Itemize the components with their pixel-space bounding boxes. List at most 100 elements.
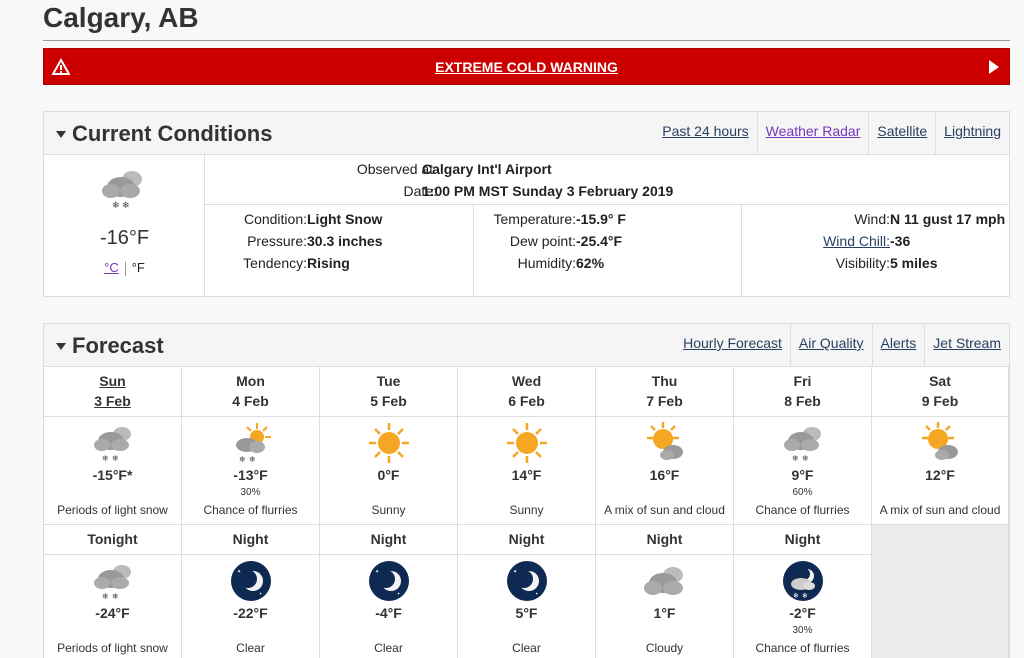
cloud-icon	[643, 559, 687, 603]
svg-text:❄: ❄	[802, 454, 809, 463]
current-temperature: -16°F	[99, 227, 150, 249]
day-forecast-cell[interactable]: ❄ ❄ 9°F 60% Chance of flurries	[734, 417, 872, 525]
night-label: Night	[646, 531, 683, 547]
day-temperature: 9°F	[791, 467, 814, 483]
night-forecast-cell[interactable]: ❄ ❄ -24°F Periods of light snow	[44, 555, 182, 658]
forecast-header[interactable]: Forecast Hourly Forecast Air Quality Ale…	[44, 324, 1009, 367]
humidity-value: 62%	[576, 255, 605, 271]
snow-cloud-icon: ❄ ❄	[91, 421, 135, 465]
humidity-label: Humidity:	[517, 255, 576, 271]
jet-stream-link[interactable]: Jet Stream	[924, 324, 1009, 366]
wind-label: Wind:	[854, 211, 890, 227]
day-summary: A mix of sun and cloud	[604, 503, 725, 517]
snow-cloud-icon: ❄ ❄	[781, 421, 825, 465]
day-date: 8 Feb	[784, 393, 821, 409]
sun-snow-icon: ❄ ❄	[229, 421, 273, 465]
precip-chance: 60%	[792, 487, 813, 498]
day-header[interactable]: Sun 3 Feb	[44, 367, 182, 417]
day-temperature: 12°F	[925, 467, 955, 483]
day-header[interactable]: Thu 7 Feb	[596, 367, 734, 417]
day-forecast-cell[interactable]: 14°F Sunny	[458, 417, 596, 525]
hourly-forecast-link[interactable]: Hourly Forecast	[675, 324, 790, 366]
tendency-value: Rising	[307, 255, 350, 271]
day-forecast-cell[interactable]: 0°F Sunny	[320, 417, 458, 525]
day-header[interactable]: Sat 9 Feb	[872, 367, 1009, 417]
day-temperature: 16°F	[649, 467, 680, 483]
day-temperature: 14°F	[511, 467, 542, 483]
day-date: 4 Feb	[232, 393, 269, 409]
night-forecast-cell[interactable]: ❄ ❄ -2°F 30% Chance of flurries	[734, 555, 872, 658]
day-header[interactable]: Fri 8 Feb	[734, 367, 872, 417]
day-name: Tue	[376, 373, 401, 389]
svg-text:✦: ✦	[375, 569, 379, 575]
night-header: Night	[320, 525, 458, 555]
sun-icon	[367, 421, 411, 465]
night-forecast-cell[interactable]: 1°F Cloudy	[596, 555, 734, 658]
temperature-value: -15.9° F	[576, 211, 626, 227]
wind-chill-link[interactable]: Wind Chill:	[823, 233, 890, 249]
day-header[interactable]: Tue 5 Feb	[320, 367, 458, 417]
weather-radar-link[interactable]: Weather Radar	[756, 112, 869, 154]
svg-text:❄: ❄	[122, 201, 130, 211]
observed-at-value: Calgary Int'l Airport	[422, 161, 552, 177]
night-label: Night	[232, 531, 269, 547]
satellite-link[interactable]: Satellite	[868, 112, 935, 154]
warning-banner[interactable]: EXTREME COLD WARNING	[43, 48, 1010, 85]
warning-link[interactable]: EXTREME COLD WARNING	[44, 59, 1009, 75]
lightning-link[interactable]: Lightning	[935, 112, 1009, 154]
day-summary: Sunny	[371, 503, 406, 517]
night-label: Night	[370, 531, 407, 547]
day-date: 7 Feb	[646, 393, 683, 409]
svg-text:❄: ❄	[802, 592, 808, 600]
current-conditions-title[interactable]: Current Conditions	[72, 121, 272, 147]
day-date: 5 Feb	[370, 393, 407, 409]
day-forecast-cell[interactable]: ❄ ❄ -15°F* Periods of light snow	[44, 417, 182, 525]
moon-icon: ✦ ✦	[367, 559, 411, 603]
day-header[interactable]: Wed 6 Feb	[458, 367, 596, 417]
condition-value: Light Snow	[307, 211, 383, 227]
forecast-title[interactable]: Forecast	[72, 333, 164, 359]
night-forecast-cell[interactable]: ✦ ✦ 5°F Clear	[458, 555, 596, 658]
collapse-caret-icon[interactable]	[56, 343, 66, 350]
svg-text:✦: ✦	[513, 569, 517, 575]
condition-label: Condition:	[243, 211, 307, 227]
sun-cloud-icon	[918, 421, 962, 465]
sun-cloud-icon	[643, 421, 687, 465]
dew-point-value: -25.4°F	[576, 233, 623, 249]
night-summary: Periods of light snow	[57, 641, 168, 655]
night-header: Night	[596, 525, 734, 555]
empty-cell	[872, 525, 1009, 658]
moon-icon: ✦ ✦	[505, 559, 549, 603]
precip-chance: 30%	[240, 487, 261, 498]
day-name: Sun	[99, 373, 126, 389]
current-conditions-header[interactable]: Current Conditions Past 24 hours Weather…	[44, 112, 1009, 155]
day-summary: A mix of sun and cloud	[879, 503, 1001, 517]
svg-text:❄: ❄	[112, 454, 119, 463]
day-forecast-cell[interactable]: ❄ ❄ -13°F 30% Chance of flurries	[182, 417, 320, 525]
day-summary: Periods of light snow	[57, 503, 168, 517]
snow-cloud-icon: ❄ ❄	[91, 559, 135, 603]
night-forecast-cell[interactable]: ✦ ✦ -4°F Clear	[320, 555, 458, 658]
visibility-value: 5 miles	[890, 255, 938, 271]
day-forecast-cell[interactable]: 16°F A mix of sun and cloud	[596, 417, 734, 525]
page-title: Calgary, AB	[43, 2, 199, 33]
night-header: Night	[182, 525, 320, 555]
air-quality-link[interactable]: Air Quality	[789, 324, 872, 366]
day-header[interactable]: Mon 4 Feb	[182, 367, 320, 417]
day-summary: Sunny	[509, 503, 544, 517]
day-name: Wed	[511, 373, 542, 389]
night-label: Night	[784, 531, 821, 547]
celsius-link[interactable]: °C	[104, 260, 119, 275]
moon-icon: ✦ ✦	[229, 559, 273, 603]
day-forecast-cell[interactable]: 12°F A mix of sun and cloud	[872, 417, 1009, 525]
current-summary: ❄ ❄ -16°F °C °F	[44, 155, 205, 296]
night-forecast-cell[interactable]: ✦ ✦ -22°F Clear	[182, 555, 320, 658]
past-24-hours-link[interactable]: Past 24 hours	[654, 112, 756, 154]
dew-point-label: Dew point:	[509, 233, 576, 249]
play-arrow-icon[interactable]	[989, 60, 999, 74]
night-temperature: -22°F	[233, 605, 268, 621]
night-temperature: 5°F	[515, 605, 538, 621]
alerts-link[interactable]: Alerts	[871, 324, 925, 366]
svg-text:❄: ❄	[112, 592, 119, 601]
collapse-caret-icon[interactable]	[56, 131, 66, 138]
